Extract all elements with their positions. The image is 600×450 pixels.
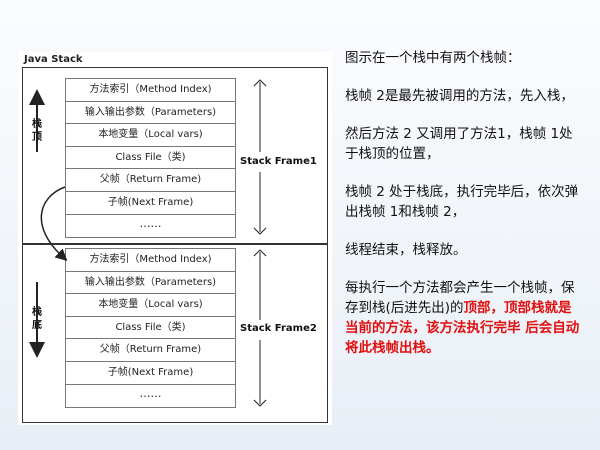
java-stack-diagram: Java Stack 方法索引（Method Index) 输入输出参数（Par… [18,52,332,425]
return-frame-curve-arrow-icon [40,186,68,262]
para-frame2-first: 栈帧 2是最先被调用的方法，先入栈， [345,88,574,104]
explanation-text: 图示在一个栈中有两个栈帧： 栈帧 2是最先被调用的方法，先入栈， 然后方法 2 … [345,48,585,376]
para-intro: 图示在一个栈中有两个栈帧： [345,50,521,66]
para-summary: 每执行一个方法都会产生一个栈帧，保存到栈(后进先出)的顶部，顶部栈就是当前的方法… [345,278,585,358]
para-method2-calls-method1: 然后方法 2 又调用了方法1，栈帧 1处于栈顶的位置， [345,126,573,162]
para-thread-end: 线程结束，栈释放。 [345,242,467,258]
diagram-arrows [29,79,267,407]
slide: Java Stack 方法索引（Method Index) 输入输出参数（Par… [0,0,600,450]
para-pop-order: 栈帧 2 处于栈底，执行完毕后，依次弹出栈帧 1和栈帧 2， [345,184,579,220]
